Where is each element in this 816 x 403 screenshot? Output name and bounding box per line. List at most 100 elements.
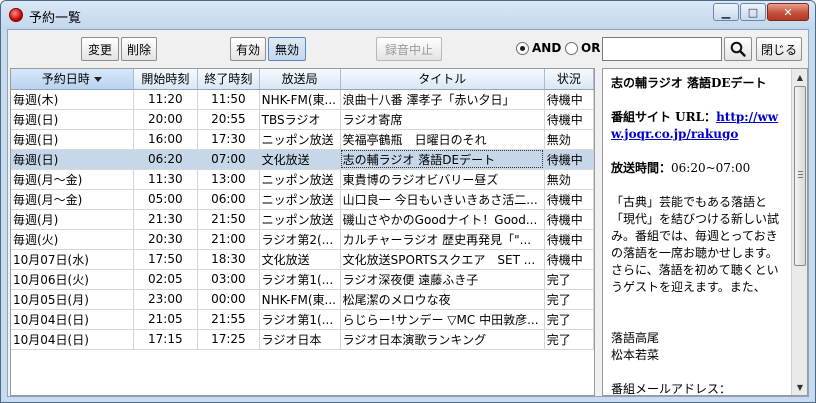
- table-cell: 10月04日(日): [11, 329, 134, 350]
- search-button[interactable]: [724, 37, 752, 61]
- table-cell: 毎週(月〜金): [11, 189, 134, 210]
- table-row[interactable]: 10月06日(火) 02:05 03:00 ラジオ第1(... ラジオ深夜便 遠藤ふき子…: [11, 269, 594, 290]
- column-header-end[interactable]: 終了時刻: [197, 69, 260, 90]
- table-cell: 11:50: [197, 89, 260, 110]
- column-header-station[interactable]: 放送局: [259, 69, 341, 90]
- sort-down-icon: [93, 77, 102, 83]
- scroll-thumb[interactable]: [794, 86, 806, 266]
- table-cell: 毎週(日): [11, 129, 134, 150]
- table-cell: 山口良一 今日もいきいきあさ活二...: [340, 189, 545, 210]
- table-cell: 13:00: [197, 169, 260, 190]
- table-cell: 11:20: [133, 89, 199, 110]
- scroll-up-icon[interactable]: ▲: [793, 69, 807, 85]
- table-row[interactable]: 毎週(月〜金) 05:00 06:00 ニッポン放送 山口良一 今日もいきいきあさ活二.…: [11, 189, 594, 210]
- table-row[interactable]: 10月05日(月) 23:00 00:00 NHK-FM(東... 松尾潔のメロウな夜完…: [11, 289, 594, 310]
- table-cell: 07:00: [197, 149, 260, 170]
- search-input[interactable]: [602, 37, 722, 61]
- table-cell: 20:00: [133, 109, 199, 130]
- table-row[interactable]: 毎週(火) 20:30 21:00 ラジオ第2(... カルチャーラジオ 歴史再発見「"…: [11, 229, 594, 250]
- table-cell: 21:00: [197, 229, 260, 250]
- table-cell: 待機中: [544, 149, 594, 170]
- stop-recording-button[interactable]: 録音中止: [376, 37, 442, 61]
- table-cell: 待機中: [544, 249, 594, 270]
- grip-line: [798, 177, 803, 178]
- table-cell: 21:30: [133, 209, 199, 230]
- table-row[interactable]: 毎週(日) 16:00 17:30 ニッポン放送 笑福亭鶴瓶 日曜日のそれ 無効: [11, 129, 594, 150]
- table-cell: 06:00: [197, 189, 260, 210]
- table-cell: 文化放送: [259, 249, 341, 270]
- mail-address-label: 番組メールアドレス：: [611, 382, 732, 396]
- table-cell: 10月06日(火): [11, 269, 134, 290]
- table-cell: 10月07日(水): [11, 249, 134, 270]
- table-cell: 待機中: [544, 209, 594, 230]
- table-cell: 10月04日(日): [11, 309, 134, 330]
- reservation-table: 予約日時 開始時刻 終了時刻 放送局 タイトル 状況 毎週(木) 11:20 11:…: [10, 68, 595, 396]
- table-row[interactable]: 毎週(月) 21:30 21:50 ニッポン放送 磯山さやかのGoodナイト！Good.…: [11, 209, 594, 230]
- table-cell: ラジオ第2(...: [259, 229, 341, 250]
- or-radio[interactable]: [565, 42, 578, 55]
- table-cell: ラジオ第1(...: [259, 269, 341, 290]
- close-button[interactable]: 閉じる: [756, 37, 802, 61]
- column-header-status[interactable]: 状況: [544, 69, 594, 90]
- disable-button[interactable]: 無効: [268, 37, 306, 61]
- app-window: 予約一覧 ▁ □ ✕ 変更 削除 有効 無効 録音中止 AND OR 閉じる 予…: [0, 0, 816, 403]
- table-cell: 志の輔ラジオ 落語DEデート: [340, 149, 545, 170]
- column-header-start[interactable]: 開始時刻: [133, 69, 199, 90]
- table-cell: ラジオ日本: [259, 329, 341, 350]
- table-cell: ニッポン放送: [259, 129, 341, 150]
- table-cell: 17:25: [197, 329, 260, 350]
- table-cell: 20:55: [197, 109, 260, 130]
- scroll-down-icon[interactable]: ▼: [793, 379, 807, 395]
- enable-button[interactable]: 有効: [230, 37, 266, 61]
- table-cell: 完了: [544, 309, 594, 330]
- table-cell: ラジオ寄席: [340, 109, 545, 130]
- detail-title: 志の輔ラジオ 落語DEデート: [611, 76, 767, 90]
- table-cell: 03:00: [197, 269, 260, 290]
- column-header-date[interactable]: 予約日時: [11, 69, 134, 90]
- table-cell: 文化放送: [259, 149, 341, 170]
- table-row[interactable]: 10月04日(日) 17:15 17:25 ラジオ日本 ラジオ日本演歌ランキング 完了: [11, 329, 594, 350]
- table-row[interactable]: 10月04日(日) 21:05 21:55 ラジオ第1(... らじらー!サンデー ▽M…: [11, 309, 594, 330]
- table-cell: 完了: [544, 329, 594, 350]
- table-cell: 02:05: [133, 269, 199, 290]
- table-row[interactable]: 毎週(日) 20:00 20:55 TBSラジオ ラジオ寄席 待機中: [11, 109, 594, 130]
- table-cell: 21:05: [133, 309, 199, 330]
- and-radio[interactable]: [516, 42, 529, 55]
- performer-1: 落語高尾: [611, 331, 660, 345]
- program-description: 「古典」芸能でもある落語と「現代」を結びつける新しい試み。番組では、毎週とってお…: [611, 195, 780, 294]
- or-label: OR: [581, 41, 601, 55]
- broadcast-time-value: 06:20~07:00: [671, 161, 751, 175]
- table-cell: 17:30: [197, 129, 260, 150]
- table-row[interactable]: 毎週(日) 06:20 07:00 文化放送 志の輔ラジオ 落語DEデート 待機中: [11, 149, 594, 170]
- detail-scrollbar[interactable]: ▲ ▼: [791, 69, 807, 395]
- table-cell: 00:00: [197, 289, 260, 310]
- table-row[interactable]: 10月07日(水) 17:50 18:30 文化放送 文化放送SPORTSスクエア SE…: [11, 249, 594, 270]
- table-cell: 文化放送SPORTSスクエア SET ...: [340, 249, 545, 270]
- title-bar[interactable]: 予約一覧 ▁ □ ✕: [1, 1, 815, 29]
- table-cell: 20:30: [133, 229, 199, 250]
- table-cell: 完了: [544, 269, 594, 290]
- table-row[interactable]: 毎週(月〜金) 11:30 13:00 ニッポン放送 東貴博のラジオビバリー昼ズ 無効: [11, 169, 594, 190]
- table-cell: 松尾潔のメロウな夜: [340, 289, 545, 310]
- maximize-icon: □: [747, 5, 759, 19]
- change-button[interactable]: 変更: [81, 37, 119, 61]
- column-header-title[interactable]: タイトル: [340, 69, 545, 90]
- table-cell: ラジオ第1(...: [259, 309, 341, 330]
- table-cell: 23:00: [133, 289, 199, 310]
- close-window-button[interactable]: ✕: [767, 3, 809, 21]
- table-cell: ニッポン放送: [259, 189, 341, 210]
- table-cell: 待機中: [544, 189, 594, 210]
- table-cell: 05:00: [133, 189, 199, 210]
- table-header: 予約日時 開始時刻 終了時刻 放送局 タイトル 状況: [11, 69, 594, 90]
- minimize-button[interactable]: ▁: [713, 3, 739, 21]
- table-cell: NHK-FM(東...: [259, 289, 341, 310]
- delete-button[interactable]: 削除: [121, 37, 157, 61]
- detail-pane: 志の輔ラジオ 落語DEデート 番組サイト URL：http://www.joqr…: [602, 68, 808, 396]
- table-cell: 毎週(月〜金): [11, 169, 134, 190]
- table-row[interactable]: 毎週(木) 11:20 11:50 NHK-FM(東... 浪曲十八番 澤孝子「赤い夕日…: [11, 89, 594, 110]
- client-area: 変更 削除 有効 無効 録音中止 AND OR 閉じる 予約日時 開始時刻 終了…: [7, 29, 809, 397]
- maximize-button[interactable]: □: [740, 3, 766, 21]
- table-cell: NHK-FM(東...: [259, 89, 341, 110]
- table-cell: 17:15: [133, 329, 199, 350]
- table-cell: 待機中: [544, 229, 594, 250]
